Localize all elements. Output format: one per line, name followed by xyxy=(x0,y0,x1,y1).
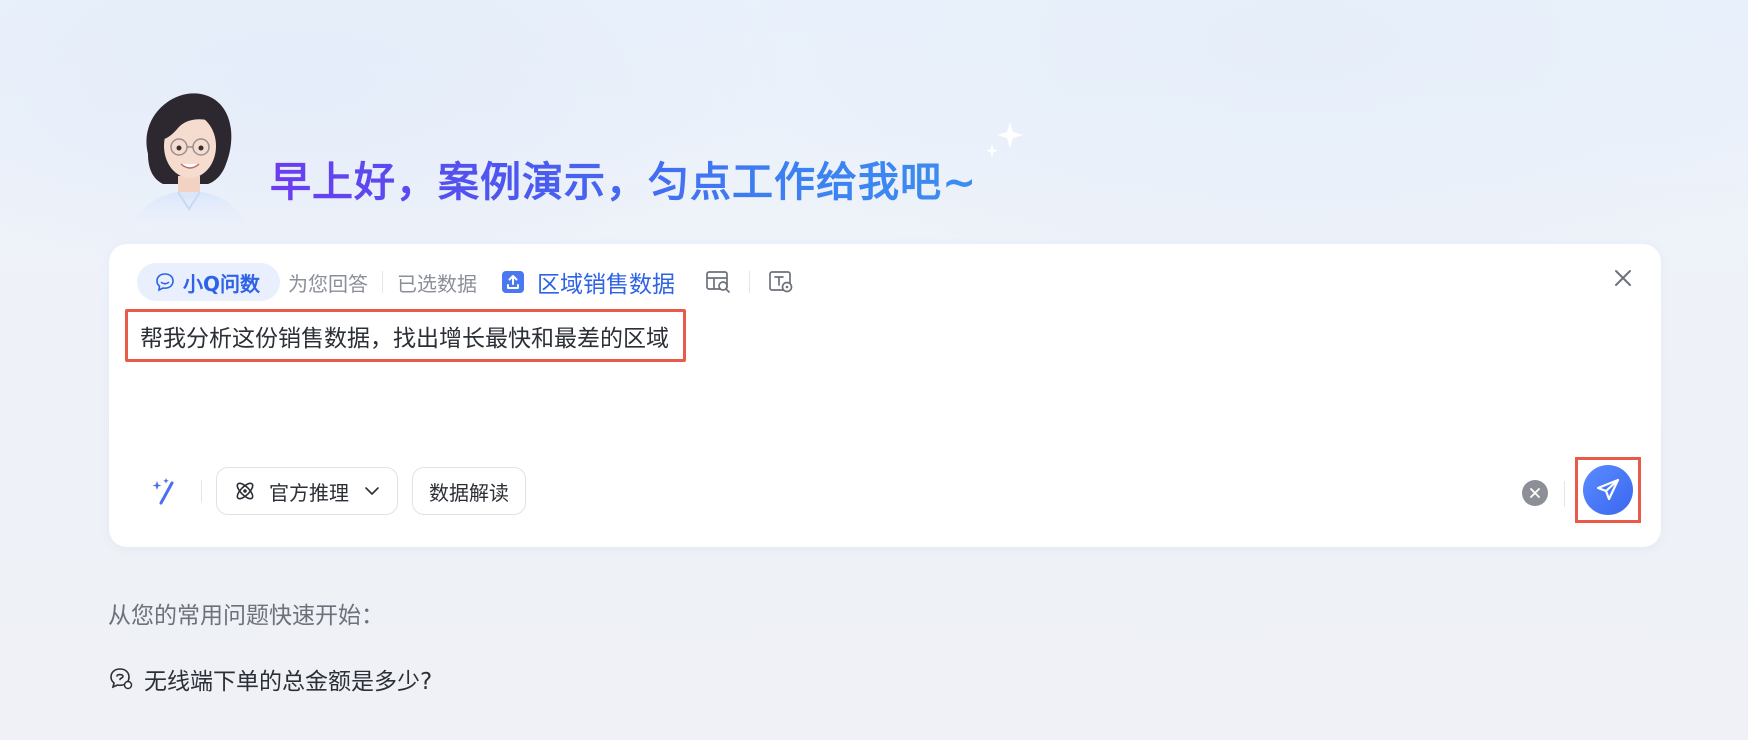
chat-bubble-icon xyxy=(156,273,174,292)
divider xyxy=(749,271,751,293)
assistant-suffix: 为您回答 xyxy=(288,271,369,296)
clear-icon[interactable] xyxy=(1522,480,1548,506)
query-input[interactable]: 帮我分析这份销售数据，找出增长最快和最差的区域 xyxy=(125,309,686,362)
input-bottom-bar: 官方推理 数据解读 xyxy=(149,466,526,516)
question-bubble-icon xyxy=(108,666,134,692)
assistant-avatar xyxy=(128,93,250,234)
chevron-down-icon xyxy=(363,482,381,500)
send-icon xyxy=(1596,478,1620,501)
greeting-title: 早上好，案例演示，匀点工作给我吧~ xyxy=(270,148,977,208)
send-highlight xyxy=(1575,457,1641,523)
quick-start-title: 从您的常用问题快速开始： xyxy=(108,603,384,629)
divider xyxy=(1564,481,1565,507)
quick-question-label: 无线端下单的总金额是多少? xyxy=(144,669,433,695)
query-text: 帮我分析这份销售数据，找出增长最快和最差的区域 xyxy=(140,325,669,352)
mode-label: 官方推理 xyxy=(269,480,349,505)
assistant-pill[interactable]: 小Q问数 xyxy=(137,263,281,301)
send-button[interactable] xyxy=(1583,465,1633,515)
mode-select[interactable]: 官方推理 xyxy=(216,467,398,515)
atom-icon xyxy=(233,479,257,503)
magic-wand-icon[interactable] xyxy=(149,474,183,508)
divider xyxy=(382,271,384,293)
selected-data-label: 已选数据 xyxy=(397,271,478,296)
dataset-name[interactable]: 区域销售数据 xyxy=(537,265,675,299)
input-toolbar: 小Q问数 为您回答 已选数据 区域销售数据 xyxy=(137,262,794,302)
quick-question-item[interactable]: 无线端下单的总金额是多少? xyxy=(108,662,432,696)
close-icon[interactable] xyxy=(1611,266,1635,290)
text-setting-icon[interactable] xyxy=(768,269,794,295)
divider xyxy=(201,480,202,502)
upload-file-icon xyxy=(501,270,525,294)
sparkle-icon xyxy=(986,122,1023,157)
interpret-label: 数据解读 xyxy=(429,480,509,505)
interpret-button[interactable]: 数据解读 xyxy=(412,467,526,515)
chat-input-card: 小Q问数 为您回答 已选数据 区域销售数据 帮我分析这份销售数据，找出增长最快和… xyxy=(109,244,1661,547)
assistant-label: 小Q问数 xyxy=(183,271,261,296)
table-search-icon[interactable] xyxy=(705,269,731,295)
